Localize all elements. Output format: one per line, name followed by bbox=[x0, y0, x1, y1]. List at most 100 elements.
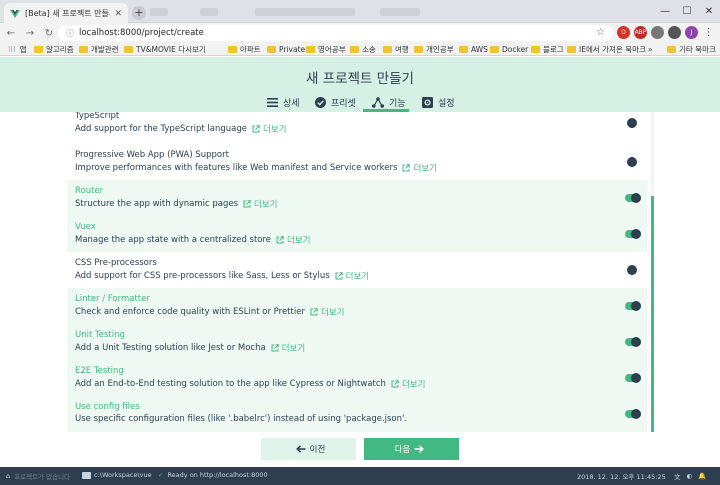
background-tab[interactable] bbox=[255, 8, 355, 16]
datetime: 2018. 12. 12. 오후 11:45:25 bbox=[577, 473, 666, 481]
feature-toggle[interactable] bbox=[625, 409, 641, 419]
opera-extension-icon[interactable]: O bbox=[617, 26, 630, 39]
more-bookmarks-icon[interactable]: » bbox=[648, 44, 653, 55]
feature-description: Add a Unit Testing solution like Jest or… bbox=[75, 342, 306, 354]
notifications-icon[interactable]: 🔔 bbox=[698, 472, 706, 480]
more-info-link[interactable]: 더보기 bbox=[335, 270, 369, 282]
forward-icon[interactable]: → bbox=[22, 28, 38, 39]
feature-description: Add support for the TypeScript language … bbox=[75, 123, 287, 135]
language-icon[interactable]: 文 bbox=[674, 471, 681, 481]
external-link-icon bbox=[391, 380, 399, 388]
more-info-link[interactable]: 더보기 bbox=[271, 342, 305, 354]
bookmark-folder[interactable]: 아파트 bbox=[228, 44, 261, 55]
vue-logo-icon bbox=[10, 9, 20, 18]
close-tab-icon[interactable]: ✕ bbox=[114, 9, 122, 19]
back-icon[interactable]: ← bbox=[3, 28, 19, 39]
maximize-icon[interactable]: ☐ bbox=[676, 0, 698, 23]
background-tab[interactable] bbox=[380, 8, 420, 16]
arrow-left-icon bbox=[295, 445, 306, 453]
tree-icon bbox=[372, 97, 384, 108]
feature-toggle[interactable] bbox=[625, 265, 641, 275]
feature-row-pwa[interactable]: Progressive Web App (PWA) Support Improv… bbox=[67, 144, 647, 180]
bookmark-apps[interactable]: ⁝⁝⁝ 앱 bbox=[8, 44, 27, 55]
bookmark-folder[interactable]: TV&MOVIE 다시보기 bbox=[124, 44, 206, 55]
feature-toggle[interactable] bbox=[625, 301, 641, 311]
bookmark-star-icon[interactable]: ☆ bbox=[596, 27, 605, 38]
feature-toggle[interactable] bbox=[625, 229, 641, 239]
scrollbar-thumb[interactable] bbox=[651, 196, 654, 432]
feature-toggle[interactable] bbox=[625, 157, 641, 167]
wizard-footer: 이전 다음 bbox=[0, 432, 720, 467]
toggle-knob bbox=[631, 337, 641, 347]
bookmark-folder[interactable]: 알고리즘 bbox=[34, 44, 74, 55]
feature-description: Add support for CSS pre-processors like … bbox=[75, 270, 370, 282]
feature-row-router[interactable]: Router Structure the app with dynamic pa… bbox=[67, 180, 647, 216]
extension-icon[interactable] bbox=[668, 26, 681, 39]
feature-row-linter[interactable]: Linter / Formatter Check and enforce cod… bbox=[67, 288, 647, 324]
bookmark-folder[interactable]: 개발관련 bbox=[79, 44, 119, 55]
reload-icon[interactable]: ↻ bbox=[41, 28, 57, 39]
apps-grid-icon: ⁝⁝⁝ bbox=[8, 45, 16, 54]
external-link-icon bbox=[271, 344, 279, 352]
more-info-link[interactable]: 더보기 bbox=[391, 378, 425, 390]
feature-toggle[interactable] bbox=[625, 337, 641, 347]
server-status: ✓ Ready on http://localhost:8000 bbox=[158, 471, 268, 479]
menu-kebab-icon[interactable]: ⋮ bbox=[702, 26, 715, 39]
bookmark-folder[interactable]: AWS bbox=[459, 44, 488, 55]
folder-icon bbox=[459, 46, 468, 53]
tab-settings[interactable]: 설정 bbox=[422, 93, 455, 112]
tab-details[interactable]: 상세 bbox=[267, 93, 300, 112]
list-icon bbox=[267, 98, 278, 107]
current-folder[interactable]: c:\Workspace\vue bbox=[82, 471, 152, 479]
feature-row-vuex[interactable]: Vuex Manage the app state with a central… bbox=[67, 216, 647, 252]
bookmark-folder[interactable]: 영어공부 bbox=[306, 44, 346, 55]
folder-icon bbox=[350, 46, 359, 53]
feature-toggle[interactable] bbox=[625, 373, 641, 383]
tab-presets[interactable]: 프리셋 bbox=[315, 93, 356, 112]
extension-icon[interactable] bbox=[651, 26, 664, 39]
bookmark-folder[interactable]: 블로그 bbox=[531, 44, 564, 55]
minimize-icon[interactable]: — bbox=[654, 0, 676, 23]
new-tab-button[interactable]: + bbox=[132, 6, 146, 20]
bookmark-folder[interactable]: Private bbox=[267, 44, 305, 55]
previous-button[interactable]: 이전 bbox=[261, 438, 356, 460]
feature-toggle[interactable] bbox=[625, 193, 641, 203]
background-tab[interactable] bbox=[150, 8, 168, 16]
more-info-link[interactable]: 더보기 bbox=[310, 306, 344, 318]
more-info-link[interactable]: 더보기 bbox=[276, 234, 311, 246]
info-icon[interactable]: ⓘ bbox=[66, 28, 74, 39]
toggle-knob bbox=[631, 193, 641, 203]
background-tab[interactable] bbox=[200, 8, 218, 16]
toggle-knob bbox=[627, 118, 637, 128]
feature-description: Manage the app state with a centralized … bbox=[75, 234, 311, 246]
more-info-link[interactable]: 더보기 bbox=[252, 123, 286, 135]
browser-tab[interactable]: [Beta] 새 프로젝트 만들기 - Vue ✕ bbox=[4, 3, 128, 24]
more-info-link[interactable]: 더보기 bbox=[402, 162, 437, 174]
check-circle-icon bbox=[315, 97, 326, 108]
bookmark-folder[interactable]: 소송 bbox=[350, 44, 376, 55]
next-button[interactable]: 다음 bbox=[364, 438, 459, 460]
project-status[interactable]: ⌂ 프로젝트가 없습니다 bbox=[6, 471, 70, 481]
address-bar[interactable]: ⓘ localhost:8000/project/create ☆ bbox=[58, 25, 613, 41]
bookmark-folder[interactable]: Docker bbox=[490, 44, 528, 55]
url-text: localhost:8000/project/create bbox=[79, 28, 204, 38]
bookmark-folder[interactable]: 여행 bbox=[383, 44, 409, 55]
folder-icon bbox=[34, 46, 43, 53]
folder-icon bbox=[79, 46, 88, 53]
more-info-link[interactable]: 더보기 bbox=[243, 198, 278, 210]
feature-row-unit-testing[interactable]: Unit Testing Add a Unit Testing solution… bbox=[67, 324, 647, 360]
bookmark-folder[interactable]: 기타 북마크 bbox=[667, 44, 716, 55]
feature-toggle[interactable] bbox=[625, 118, 641, 128]
adblock-extension-icon[interactable]: ABP bbox=[634, 26, 647, 39]
feature-row-typescript[interactable]: TypeScript Add support for the TypeScrip… bbox=[67, 112, 647, 141]
close-window-icon[interactable]: ✕ bbox=[698, 0, 720, 23]
external-link-icon bbox=[243, 200, 251, 208]
status-bar: ⌂ 프로젝트가 없습니다 c:\Workspace\vue ✓ Ready on… bbox=[0, 467, 720, 485]
dark-mode-icon[interactable]: ◐ bbox=[687, 472, 693, 480]
feature-row-config-files[interactable]: Use config files Use specific configurat… bbox=[67, 396, 647, 432]
bookmark-folder[interactable]: 개인공부 bbox=[414, 44, 454, 55]
profile-avatar-icon[interactable]: J bbox=[685, 26, 698, 39]
bookmark-folder[interactable]: IE에서 가져온 북마크 bbox=[567, 44, 646, 55]
feature-row-css-preprocessors[interactable]: CSS Pre-processors Add support for CSS p… bbox=[67, 252, 647, 288]
feature-row-e2e-testing[interactable]: E2E Testing Add an End-to-End testing so… bbox=[67, 360, 647, 396]
